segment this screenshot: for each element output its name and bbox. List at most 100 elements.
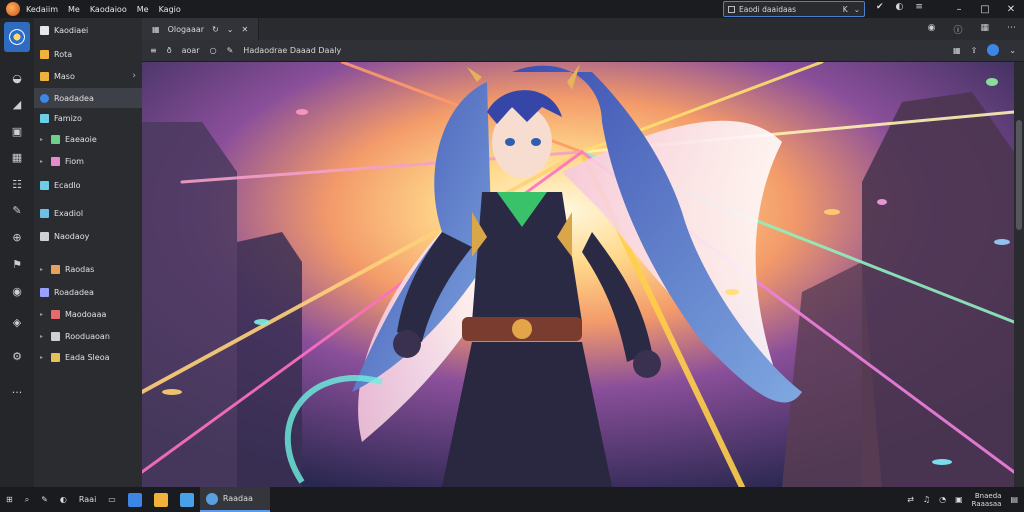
chart-icon[interactable]: ◢ — [9, 98, 25, 112]
chevron-down-icon[interactable]: ⌄ — [227, 25, 234, 34]
expand-icon[interactable]: ▸ — [40, 136, 46, 143]
sidebar-item-label: Raodas — [65, 264, 95, 274]
sidebar-item-label: Rooduaoan — [65, 331, 110, 341]
image-icon — [40, 113, 49, 123]
more-icon[interactable]: ⋯ — [1007, 23, 1016, 36]
image-icon — [51, 156, 60, 166]
check-circle-icon[interactable]: ✔ — [876, 2, 884, 12]
grid-icon[interactable]: ▦ — [953, 46, 961, 55]
title-bar: Kedaiim Me Kaodaioo Me Kagio Eaodi daaid… — [0, 0, 1024, 18]
sidebar-item-10[interactable]: Naodaoy — [34, 226, 142, 246]
breadcrumb[interactable]: Hadaodrae Daaad Daaly — [243, 46, 341, 55]
sidebar-item-6[interactable]: ▸ Eaeaoie — [34, 129, 142, 149]
list-icon[interactable]: ☷ — [9, 178, 25, 192]
layers-icon[interactable]: ◈ — [9, 316, 25, 330]
chevron-down-icon[interactable]: ⌄ — [854, 5, 860, 14]
settings-icon[interactable]: ⚙ — [9, 350, 25, 364]
sidebar-item-5[interactable]: Famizo — [34, 108, 142, 128]
notification-icon[interactable]: ▤ — [1010, 495, 1018, 504]
display-icon[interactable]: ▣ — [955, 495, 963, 504]
sidebar-item-12[interactable]: Roadadea — [34, 282, 142, 302]
sidebar-item-11[interactable]: ▸ Raodas — [34, 259, 142, 279]
image-icon — [40, 287, 49, 297]
sidebar-item-label: Eada Sleoa — [65, 352, 110, 362]
menu-item-4[interactable]: Me — [137, 5, 149, 14]
taskbar-search-label[interactable]: Raai — [73, 487, 102, 512]
vertical-scrollbar[interactable] — [1014, 62, 1024, 487]
minimize-button[interactable]: – — [946, 0, 972, 18]
image-icon — [51, 309, 60, 319]
expand-icon[interactable]: ▸ — [40, 158, 46, 165]
expand-icon[interactable]: ▸ — [40, 266, 46, 273]
globe-icon — [40, 93, 49, 103]
sidebar-item-8[interactable]: Ecadlo — [34, 175, 142, 195]
help-icon[interactable]: ◐ — [896, 2, 904, 12]
artwork-image — [142, 62, 1014, 487]
sidebar-item-1[interactable]: Kaodiaei — [34, 20, 142, 40]
expand-icon[interactable]: ▸ — [40, 354, 46, 361]
sidebar-item-label: Rota — [54, 49, 73, 59]
more-icon[interactable]: ··· — [9, 386, 25, 400]
file-icon — [40, 25, 49, 35]
info-icon[interactable]: ⓘ — [953, 23, 962, 36]
maximize-button[interactable]: □ — [972, 0, 998, 18]
volume-icon[interactable]: ♫ — [923, 495, 930, 504]
globe-icon[interactable]: ⊕ — [9, 231, 25, 245]
workspace-logo-icon[interactable] — [4, 22, 30, 52]
close-icon[interactable]: ✕ — [241, 25, 248, 34]
ring-icon[interactable]: ◒ — [9, 72, 25, 86]
scroll-thumb[interactable] — [1016, 120, 1022, 230]
menu-item-1[interactable]: Kedaiim — [26, 5, 58, 14]
sidebar-item-4[interactable]: Roadadea — [34, 88, 142, 108]
taskbar-app-active[interactable]: Raadaa — [199, 487, 270, 512]
image-icon[interactable]: ▣ — [9, 125, 25, 139]
clock[interactable]: Bnaeda Raaasaa — [972, 492, 1002, 508]
edit-icon[interactable]: ✎ — [9, 204, 25, 218]
shield-icon[interactable]: ◉ — [9, 285, 25, 299]
search-icon[interactable]: ⌕ — [19, 487, 35, 512]
sidebar-item-7[interactable]: ▸ Fiom — [34, 151, 142, 171]
expand-icon[interactable]: ▸ — [40, 333, 46, 340]
sidebar-item-9[interactable]: Exadiol — [34, 203, 142, 223]
window-controls: – □ ✕ — [946, 0, 1024, 18]
menu-item-2[interactable]: Me — [68, 5, 80, 14]
chevron-down-icon[interactable]: ⌄ — [1009, 46, 1016, 55]
share-icon[interactable]: ⇪ — [971, 46, 978, 55]
expand-icon[interactable]: ▸ — [40, 311, 46, 318]
circle-icon[interactable]: ○ — [210, 46, 217, 55]
sidebar-item-3[interactable]: Maso › — [34, 66, 142, 86]
folder-icon — [153, 492, 168, 507]
search-input[interactable]: Eaodi daaidaas K ⌄ — [723, 1, 865, 17]
refresh-icon[interactable]: ↻ — [212, 25, 219, 34]
sidebar-item-2[interactable]: Rota — [34, 44, 142, 64]
network-icon[interactable]: ⇄ — [907, 495, 914, 504]
menu-item-5[interactable]: Kagio — [159, 5, 181, 14]
menu-icon[interactable]: ≡ — [915, 2, 923, 12]
menu-item-3[interactable]: Kaodaioo — [90, 5, 127, 14]
flag-icon[interactable]: ⚑ — [9, 258, 25, 272]
start-button[interactable]: ⊞ — [0, 487, 19, 512]
menu-icon[interactable]: ≡ — [150, 46, 157, 55]
taskbar-app-1[interactable] — [122, 487, 148, 512]
widgets-icon[interactable]: ✎ — [35, 487, 54, 512]
toolbar-item-2[interactable]: aoar — [182, 46, 200, 55]
close-button[interactable]: ✕ — [998, 0, 1024, 18]
sidebar-item-15[interactable]: ▸ Eada Sleoa — [34, 347, 142, 367]
taskbar-app-2[interactable] — [148, 487, 174, 512]
sidebar: Kaodiaei Rota Maso › Roadadea Famizo ▸ E… — [34, 18, 142, 487]
globe-icon[interactable] — [987, 44, 1000, 56]
wifi-icon[interactable]: ◔ — [939, 495, 946, 504]
task-view-icon[interactable]: ◐ — [54, 487, 73, 512]
sidebar-item-14[interactable]: ▸ Rooduaoan — [34, 326, 142, 346]
image-canvas[interactable] — [142, 62, 1014, 487]
toolbar-item-1[interactable]: ð — [167, 46, 172, 55]
system-tray: ⇄ ♫ ◔ ▣ Bnaeda Raaasaa ▤ — [907, 487, 1018, 512]
record-icon[interactable]: ◉ — [928, 23, 936, 36]
grid-icon[interactable]: ▦ — [9, 151, 25, 165]
sidebar-item-13[interactable]: ▸ Maodoaaa — [34, 304, 142, 324]
tab-main[interactable]: ▦ Ologaaar ↻ ⌄ ✕ — [142, 18, 260, 40]
desktop-icon[interactable]: ▭ — [102, 487, 122, 512]
grid-view-icon[interactable]: ▦ — [980, 23, 989, 36]
pen-icon[interactable]: ✎ — [227, 46, 234, 55]
taskbar-app-3[interactable] — [174, 487, 200, 512]
